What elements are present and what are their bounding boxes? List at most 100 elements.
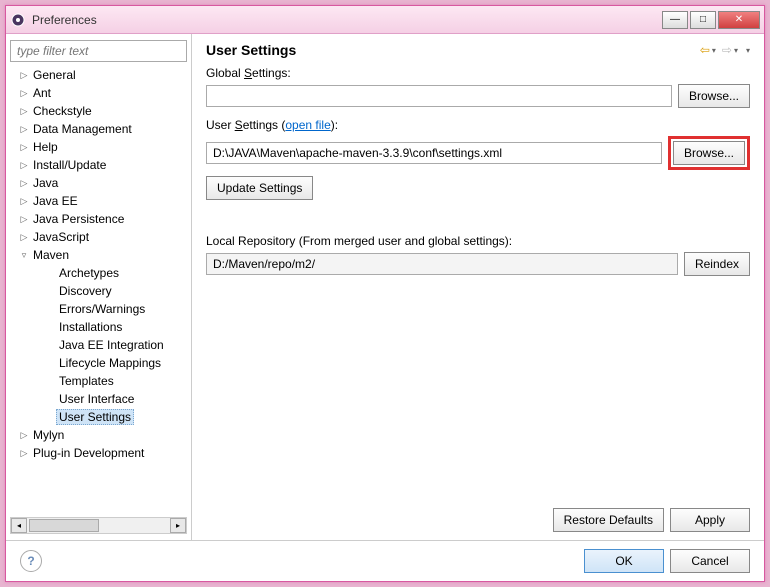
tree-item[interactable]: ▷Java EE [12,192,187,210]
tree-item[interactable]: ▿Maven [12,246,187,264]
tree-item[interactable]: Discovery [12,282,187,300]
titlebar: Preferences — □ ✕ [6,6,764,34]
restore-defaults-button[interactable]: Restore Defaults [553,508,664,532]
tree-arrow-icon[interactable]: ▷ [18,232,30,243]
tree-item-label: Java EE [30,193,81,209]
view-menu-icon[interactable]: ▾ [746,46,750,55]
page-title: User Settings [206,42,700,58]
user-settings-input[interactable] [206,142,662,164]
scroll-right-button[interactable]: ▸ [170,518,186,533]
browse-highlight: Browse... [668,136,750,170]
local-repo-section: Local Repository (From merged user and g… [206,234,750,276]
tree-item-label: Data Management [30,121,135,137]
global-settings-section: Global Settings: Browse... [206,66,750,108]
tree-item-label: Lifecycle Mappings [56,355,164,371]
tree-item[interactable]: ▷Install/Update [12,156,187,174]
tree-item[interactable]: User Interface [12,390,187,408]
user-settings-label: User Settings (open file): [206,118,750,132]
tree-item-label: Installations [56,319,125,335]
tree-item-label: Ant [30,85,54,101]
browse-user-button[interactable]: Browse... [673,141,745,165]
tree-item-label: Discovery [56,283,115,299]
tree-arrow-icon[interactable]: ▷ [18,196,30,207]
scroll-left-button[interactable]: ◂ [11,518,27,533]
tree-item-label: JavaScript [30,229,92,245]
tree-item[interactable]: ▷General [12,66,187,84]
tree-item[interactable]: ▷Data Management [12,120,187,138]
tree-item-label: Mylyn [30,427,67,443]
tree-arrow-icon[interactable]: ▷ [18,430,30,441]
tree-arrow-icon[interactable]: ▷ [18,214,30,225]
tree-item[interactable]: Archetypes [12,264,187,282]
reindex-button[interactable]: Reindex [684,252,750,276]
main-header: User Settings ⇦ ▾ ⇨ ▾ ▾ [206,42,750,58]
maximize-button[interactable]: □ [690,11,716,29]
back-menu-icon[interactable]: ▾ [712,46,716,55]
update-settings-button[interactable]: Update Settings [206,176,313,200]
user-settings-section: User Settings (open file): Browse... Upd… [206,118,750,200]
tree-arrow-icon[interactable]: ▷ [18,124,30,135]
tree-item-label: User Settings [56,409,134,425]
local-repo-input [206,253,678,275]
help-icon[interactable]: ? [20,550,42,572]
tree-item-label: Java Persistence [30,211,127,227]
global-settings-label: Global Settings: [206,66,750,80]
tree-item[interactable]: ▷Java Persistence [12,210,187,228]
tree-item-label: Install/Update [30,157,109,173]
tree-item-label: Archetypes [56,265,122,281]
tree-item-label: Java EE Integration [56,337,167,353]
content-area: ▷General▷Ant▷Checkstyle▷Data Management▷… [6,34,764,581]
tree-item[interactable]: ▷Mylyn [12,426,187,444]
tree-item-label: Java [30,175,61,191]
tree-arrow-icon[interactable]: ▷ [18,178,30,189]
tree-item[interactable]: ▷Checkstyle [12,102,187,120]
preferences-tree[interactable]: ▷General▷Ant▷Checkstyle▷Data Management▷… [10,66,187,515]
tree-item-label: Plug-in Development [30,445,147,461]
tree-item[interactable]: ▷Plug-in Development [12,444,187,462]
cancel-button[interactable]: Cancel [670,549,750,573]
tree-item[interactable]: Installations [12,318,187,336]
tree-arrow-icon[interactable]: ▿ [18,250,30,261]
nav-arrows: ⇦ ▾ ⇨ ▾ ▾ [700,43,750,57]
forward-menu-icon[interactable]: ▾ [734,46,738,55]
tree-item[interactable]: User Settings [12,408,187,426]
filter-input[interactable] [10,40,187,62]
close-button[interactable]: ✕ [718,11,760,29]
sidebar: ▷General▷Ant▷Checkstyle▷Data Management▷… [6,34,192,540]
tree-item-label: Checkstyle [30,103,95,119]
tree-item-label: General [30,67,79,83]
tree-arrow-icon[interactable]: ▷ [18,448,30,459]
tree-item[interactable]: Errors/Warnings [12,300,187,318]
tree-item[interactable]: Lifecycle Mappings [12,354,187,372]
body: ▷General▷Ant▷Checkstyle▷Data Management▷… [6,34,764,540]
tree-item-label: Maven [30,247,72,263]
tree-item[interactable]: Templates [12,372,187,390]
horizontal-scrollbar[interactable]: ◂ ▸ [10,517,187,534]
open-file-link[interactable]: open file [285,118,330,132]
tree-arrow-icon[interactable]: ▷ [18,88,30,99]
local-repo-label: Local Repository (From merged user and g… [206,234,750,248]
tree-arrow-icon[interactable]: ▷ [18,160,30,171]
tree-arrow-icon[interactable]: ▷ [18,106,30,117]
tree-item[interactable]: ▷Ant [12,84,187,102]
preferences-window: Preferences — □ ✕ ▷General▷Ant▷Checkstyl… [5,5,765,582]
scroll-thumb[interactable] [29,519,99,532]
global-settings-input[interactable] [206,85,672,107]
tree-item[interactable]: Java EE Integration [12,336,187,354]
back-icon[interactable]: ⇦ [700,43,710,57]
tree-arrow-icon[interactable]: ▷ [18,142,30,153]
app-icon [10,12,26,28]
tree-item[interactable]: ▷Java [12,174,187,192]
tree-item-label: Help [30,139,61,155]
tree-item[interactable]: ▷JavaScript [12,228,187,246]
tree-item[interactable]: ▷Help [12,138,187,156]
apply-button[interactable]: Apply [670,508,750,532]
window-title: Preferences [32,13,660,27]
bottom-buttons: Restore Defaults Apply [206,500,750,532]
tree-arrow-icon[interactable]: ▷ [18,70,30,81]
footer: ? OK Cancel [6,540,764,581]
ok-button[interactable]: OK [584,549,664,573]
minimize-button[interactable]: — [662,11,688,29]
forward-icon[interactable]: ⇨ [722,43,732,57]
browse-global-button[interactable]: Browse... [678,84,750,108]
